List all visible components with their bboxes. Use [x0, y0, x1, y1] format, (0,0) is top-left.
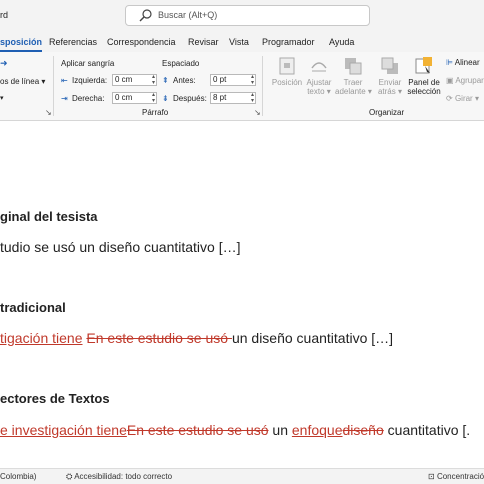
heading-original: ginal del tesista — [0, 209, 98, 224]
search-icon — [139, 9, 152, 22]
line-numbers-button[interactable]: os de línea ▾ — [0, 77, 45, 86]
send-backward-button[interactable]: Enviar atrás ▾ — [372, 56, 408, 96]
indent-right-icon: ⇥ — [61, 94, 68, 103]
spacing-before-input[interactable]: 0 pt ▴ ▾ — [210, 74, 256, 86]
status-bar: Colombia) ⛭ Accesibilidad: todo correcto… — [0, 468, 484, 484]
tab-ayuda[interactable]: Ayuda — [329, 37, 354, 47]
tab-vista[interactable]: Vista — [229, 37, 249, 47]
group-button[interactable]: ▣ Agrupar — [446, 76, 484, 85]
divider — [262, 56, 263, 116]
heading-correctors: ectores de Textos — [0, 391, 110, 406]
search-box[interactable]: Buscar (Alt+Q) — [125, 5, 370, 26]
accessibility-status[interactable]: ⛭ Accesibilidad: todo correcto — [66, 472, 172, 482]
deleted-text: En este estudio se usó — [126, 422, 269, 438]
indent-left-input[interactable]: 0 cm ▴ ▾ — [112, 74, 157, 86]
spacing-after-label: Después: — [173, 94, 207, 103]
selection-pane-icon — [415, 57, 432, 74]
bring-forward-icon — [345, 58, 362, 75]
accessibility-icon: ⛭ — [66, 472, 73, 481]
paragraph-correctors: e investigación tieneEn este estudio se … — [0, 422, 470, 438]
position-icon — [279, 57, 295, 75]
language-status[interactable]: Colombia) — [0, 472, 36, 481]
paragraph-group-label: Párrafo — [142, 108, 169, 117]
plain-text: un diseño cuantitativo […] — [231, 330, 394, 346]
paragraph-traditional: tigación tiene En este estudio se usó un… — [0, 330, 393, 346]
tab-programador[interactable]: Programador — [262, 37, 315, 47]
spacing-before-icon: ⇞ — [162, 76, 169, 85]
plain-text: cuantitativo [. — [383, 422, 471, 438]
wrap-text-button[interactable]: Ajustar texto ▾ — [302, 56, 336, 96]
hyphenation-dropdown-icon[interactable]: ▾ — [0, 94, 4, 102]
plain-text: un — [268, 422, 292, 438]
indent-right-label: Derecha: — [72, 94, 105, 103]
ribbon: ➜ os de línea ▾ ▾ ↘ Aplicar sangría ⇤ Iz… — [0, 52, 484, 121]
indent-title: Aplicar sangría — [61, 59, 115, 68]
page-setup-launcher-icon[interactable]: ↘ — [45, 108, 52, 117]
inserted-text: e investigación tiene — [0, 422, 127, 438]
indent-left-label: Izquierda: — [72, 76, 108, 85]
tab-disposicion[interactable]: sposición — [0, 37, 43, 52]
rotate-button[interactable]: ⟳ Girar ▾ — [446, 94, 479, 103]
align-button[interactable]: ⊫ Alinear — [446, 58, 480, 67]
tab-referencias[interactable]: Referencias — [49, 37, 97, 47]
selection-pane-button[interactable]: Panel de selección — [405, 56, 443, 96]
inserted-text: tigación tiene — [0, 330, 83, 346]
document-page[interactable]: ginal del tesista tudio se usó un diseño… — [0, 121, 484, 468]
title-bar: rd Buscar (Alt+Q) — [0, 0, 484, 34]
divider — [53, 56, 54, 116]
group-icon: ▣ — [446, 76, 454, 85]
position-button[interactable]: Posición — [270, 56, 304, 87]
search-placeholder: Buscar (Alt+Q) — [158, 10, 218, 20]
deleted-text: diseño — [342, 422, 384, 438]
inserted-text: enfoque — [291, 422, 343, 438]
spacing-after-icon: ⇟ — [162, 94, 169, 103]
send-backward-icon — [381, 57, 398, 74]
app-title-fragment: rd — [0, 10, 9, 20]
tab-revisar[interactable]: Revisar — [188, 37, 219, 47]
ribbon-partial-icon[interactable]: ➜ — [0, 58, 8, 69]
focus-mode-button[interactable]: ⊡ Concentració — [428, 472, 484, 481]
tab-correspondencia[interactable]: Correspondencia — [107, 37, 176, 47]
deleted-text: En este estudio se usó — [86, 330, 232, 346]
paragraph-original: tudio se usó un diseño cuantitativo […] — [0, 239, 241, 255]
spacing-before-label: Antes: — [173, 76, 196, 85]
spacing-title: Espaciado — [162, 59, 200, 68]
spacing-after-input[interactable]: 8 pt ▴ ▾ — [210, 92, 256, 104]
ribbon-tabs: sposición Referencias Correspondencia Re… — [0, 34, 484, 52]
indent-left-icon: ⇤ — [61, 76, 68, 85]
align-icon: ⊫ — [446, 58, 453, 67]
paragraph-launcher-icon[interactable]: ↘ — [254, 108, 261, 117]
heading-traditional: tradicional — [0, 300, 66, 315]
wrap-text-icon — [311, 62, 327, 72]
focus-icon: ⊡ — [428, 472, 435, 481]
indent-right-input[interactable]: 0 cm ▴ ▾ — [112, 92, 157, 104]
bring-forward-button[interactable]: Traer adelante ▾ — [335, 56, 372, 96]
arrange-group-label: Organizar — [369, 108, 405, 117]
rotate-icon: ⟳ — [446, 94, 453, 103]
